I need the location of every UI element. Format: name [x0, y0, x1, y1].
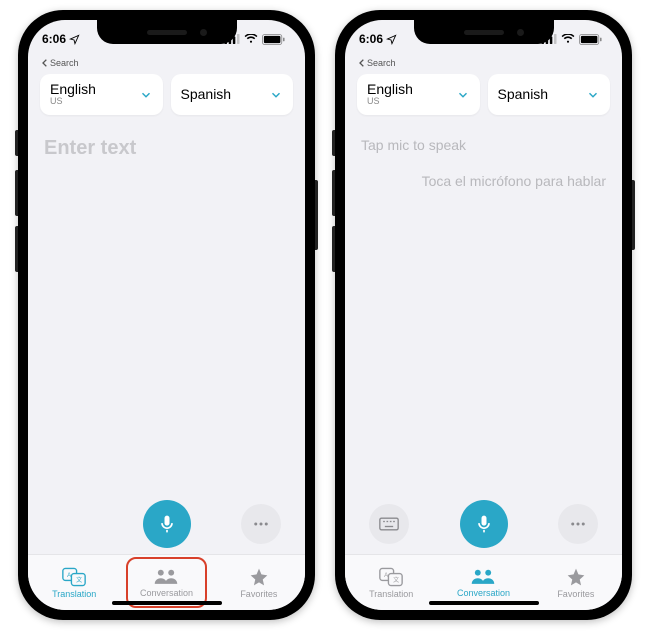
chevron-down-icon [269, 88, 283, 102]
mic-button[interactable] [460, 500, 508, 548]
action-row [345, 492, 622, 554]
status-time: 6:06 [359, 32, 383, 46]
tab-label: Conversation [140, 588, 193, 598]
translation-icon: A文 [379, 567, 403, 587]
conversation-hint-secondary: Toca el micrófono para hablar [361, 173, 606, 189]
svg-text:A: A [384, 573, 388, 579]
input-placeholder: Enter text [44, 137, 289, 160]
mic-button[interactable] [143, 500, 191, 548]
more-button[interactable] [241, 504, 281, 544]
chevron-down-icon [456, 88, 470, 102]
screen: 6:06 Search English US Spanish Enter tex… [28, 20, 305, 610]
tab-label: Favorites [240, 589, 277, 599]
home-indicator[interactable] [429, 601, 539, 605]
tab-translation[interactable]: A文 Translation [28, 555, 120, 610]
more-button[interactable] [558, 504, 598, 544]
battery-icon [579, 34, 602, 45]
chevron-down-icon [586, 88, 600, 102]
tab-label: Translation [52, 589, 96, 599]
screen: 6:06 Search English US Spanish Tap mic t… [345, 20, 622, 610]
language-selector-row: English US Spanish [345, 72, 622, 125]
svg-text:文: 文 [76, 576, 82, 584]
phone-left: 6:06 Search English US Spanish Enter tex… [18, 10, 315, 620]
mic-icon [157, 514, 177, 534]
back-to-search[interactable]: Search [28, 58, 305, 72]
translation-icon: A文 [62, 567, 86, 587]
language-selector-row: English US Spanish [28, 72, 305, 125]
target-language-name: Spanish [181, 87, 232, 102]
phone-right: 6:06 Search English US Spanish Tap mic t… [335, 10, 632, 620]
wifi-icon [561, 34, 575, 44]
chevron-down-icon [139, 88, 153, 102]
battery-icon [262, 34, 285, 45]
tab-favorites[interactable]: Favorites [213, 555, 305, 610]
tab-label: Conversation [457, 588, 510, 598]
source-language-region: US [50, 97, 96, 107]
status-time: 6:06 [42, 32, 66, 46]
conversation-icon [470, 568, 496, 586]
star-icon [248, 567, 270, 587]
wifi-icon [244, 34, 258, 44]
mic-icon [474, 514, 494, 534]
star-icon [565, 567, 587, 587]
keyboard-icon [379, 517, 399, 531]
location-icon [386, 34, 397, 45]
tab-favorites[interactable]: Favorites [530, 555, 622, 610]
target-language-selector[interactable]: Spanish [171, 74, 294, 115]
target-language-name: Spanish [498, 87, 549, 102]
source-language-region: US [367, 97, 413, 107]
source-language-name: English [50, 82, 96, 97]
source-language-name: English [367, 82, 413, 97]
location-icon [69, 34, 80, 45]
conversation-hint-primary: Tap mic to speak [361, 137, 606, 153]
ellipsis-icon [252, 515, 270, 533]
tab-label: Translation [369, 589, 413, 599]
source-language-selector[interactable]: English US [357, 74, 480, 115]
keyboard-button[interactable] [369, 504, 409, 544]
target-language-selector[interactable]: Spanish [488, 74, 611, 115]
back-chevron-icon [359, 59, 365, 67]
conversation-icon [153, 568, 179, 586]
svg-text:A: A [67, 573, 71, 579]
ellipsis-icon [569, 515, 587, 533]
svg-text:文: 文 [393, 576, 399, 584]
back-chevron-icon [42, 59, 48, 67]
tab-translation[interactable]: A文 Translation [345, 555, 437, 610]
action-row [28, 492, 305, 554]
translation-input-area[interactable]: Enter text [28, 125, 305, 492]
home-indicator[interactable] [112, 601, 222, 605]
source-language-selector[interactable]: English US [40, 74, 163, 115]
tab-label: Favorites [557, 589, 594, 599]
back-to-search[interactable]: Search [345, 58, 622, 72]
conversation-area: Tap mic to speak Toca el micrófono para … [345, 125, 622, 492]
